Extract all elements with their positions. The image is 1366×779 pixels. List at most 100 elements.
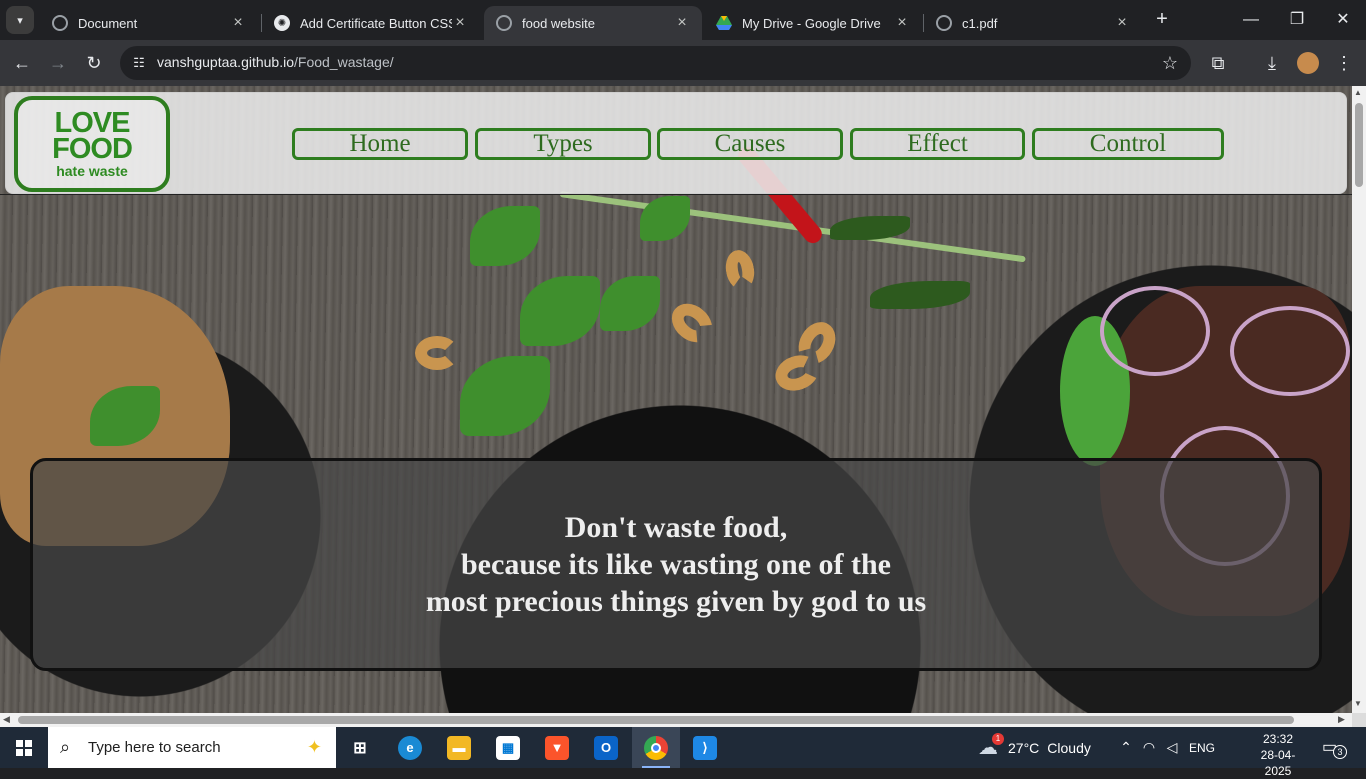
vertical-scrollbar[interactable]: ▲ ▼ (1352, 86, 1366, 713)
weather-temp: 27°C (1008, 739, 1040, 756)
cashew-nut (415, 336, 459, 370)
download-icon[interactable]: ⤓ (1258, 49, 1286, 77)
nav-types-button[interactable]: Types (475, 128, 651, 160)
weather-desc: Cloudy (1047, 739, 1091, 756)
tab-title: food website (522, 15, 595, 31)
new-tab-button[interactable]: + (1150, 8, 1174, 32)
parsley-leaf (470, 206, 540, 266)
horizontal-scroll-thumb[interactable] (18, 716, 1294, 724)
site-header: LOVE FOOD hate waste Home Types Causes E… (5, 92, 1347, 194)
tab-food-website[interactable]: food website × (484, 6, 702, 40)
site-info-icon[interactable]: ☷ (130, 54, 148, 72)
start-button[interactable] (0, 727, 48, 768)
clock[interactable]: 23:32 28-04-2025 (1248, 731, 1308, 779)
cloud-icon: ☁ 1 (978, 733, 1004, 760)
close-icon[interactable]: × (452, 14, 468, 32)
restore-button[interactable]: ❐ (1274, 6, 1320, 34)
parsley-leaf (520, 276, 600, 346)
close-icon[interactable]: × (674, 14, 690, 32)
globe-icon (496, 15, 512, 31)
quote-box: Don't waste food, because its like wasti… (30, 458, 1322, 671)
forward-button[interactable]: → (44, 49, 72, 77)
cashew-nut (722, 247, 758, 293)
tab-strip: ▾ Document × ✺ Add Certificate Button CS… (0, 0, 1366, 40)
windows-taskbar: ⌕ Type here to search ✦ ⊞ e ▬ ▦ ▼ O ⟩ ☁ 1… (0, 727, 1366, 778)
nav-home-button[interactable]: Home (292, 128, 468, 160)
vertical-scroll-thumb[interactable] (1355, 103, 1363, 187)
logo-text: hate waste (56, 163, 128, 180)
language-indicator[interactable]: ENG (1189, 741, 1215, 755)
address-bar[interactable]: ☷ vanshguptaa.github.io/Food_wastage/ ☆ (120, 46, 1191, 80)
reload-button[interactable]: ↻ (80, 49, 108, 77)
close-icon[interactable]: × (230, 14, 246, 32)
chevron-up-icon[interactable]: ⌃ (1115, 739, 1137, 756)
profile-avatar[interactable] (1297, 52, 1319, 74)
minimize-button[interactable]: — (1228, 6, 1274, 34)
close-window-button[interactable]: ✕ (1320, 6, 1366, 34)
wifi-icon[interactable]: ◠ (1137, 739, 1161, 756)
copilot-sparkle-icon: ✦ (306, 737, 322, 757)
tab-add-certificate[interactable]: ✺ Add Certificate Button CSS × (262, 6, 480, 40)
page-viewport: LOVE FOOD hate waste Home Types Causes E… (0, 86, 1352, 713)
file-explorer-icon[interactable]: ▬ (435, 727, 483, 768)
browser-toolbar: ← → ↻ ☷ vanshguptaa.github.io/Food_wasta… (0, 40, 1366, 86)
menu-kebab-icon[interactable]: ⋮ (1330, 49, 1358, 77)
nav-causes-button[interactable]: Causes (657, 128, 843, 160)
scroll-right-arrow-icon[interactable]: ▶ (1338, 714, 1345, 725)
edge-icon[interactable]: e (386, 727, 434, 768)
scrollbar-corner (1352, 713, 1366, 727)
clock-date: 28-04-2025 (1260, 748, 1296, 778)
parsley-leaf (600, 276, 660, 331)
outlook-icon[interactable]: O (582, 727, 630, 768)
curry-leaf (830, 216, 910, 240)
nav-control-button[interactable]: Control (1032, 128, 1224, 160)
tab-document[interactable]: Document × (40, 6, 258, 40)
globe-icon (52, 15, 68, 31)
brave-icon[interactable]: ▼ (533, 727, 581, 768)
curry-leaf (870, 281, 970, 309)
nav-effect-button[interactable]: Effect (850, 128, 1025, 160)
notification-center-icon[interactable]: ▭ 3 (1322, 737, 1347, 759)
scroll-down-arrow-icon[interactable]: ▼ (1354, 699, 1362, 708)
bookmark-star-icon[interactable]: ☆ (1158, 51, 1182, 75)
taskbar-search-box[interactable]: ⌕ Type here to search ✦ (48, 727, 336, 768)
url-path: /Food_wastage/ (294, 54, 394, 70)
onion-ring (1230, 306, 1350, 396)
logo-text: FOOD (52, 133, 133, 166)
speaker-icon[interactable]: ◁ (1161, 739, 1183, 756)
scroll-up-arrow-icon[interactable]: ▲ (1354, 88, 1362, 97)
back-button[interactable]: ← (8, 49, 36, 77)
scroll-left-arrow-icon[interactable]: ◀ (3, 714, 10, 725)
extensions-icon[interactable]: ⧉ (1204, 49, 1232, 77)
tab-title: c1.pdf (962, 15, 998, 31)
tab-search-button[interactable]: ▾ (6, 6, 34, 34)
cashew-nut (664, 295, 720, 351)
header-divider (0, 194, 1352, 195)
quote-line: Don't waste food, (564, 511, 788, 544)
quote-line: because its like wasting one of the (461, 548, 891, 581)
tab-c1-pdf[interactable]: c1.pdf × (924, 6, 1142, 40)
url-host: vanshguptaa.github.io (157, 54, 294, 70)
clock-time: 23:32 (1262, 732, 1294, 746)
weather-widget[interactable]: ☁ 1 27°C Cloudy (978, 727, 1091, 768)
search-placeholder: Type here to search (88, 739, 221, 756)
quote-line: most precious things given by god to us (425, 585, 927, 618)
tab-google-drive[interactable]: My Drive - Google Drive × (704, 6, 922, 40)
close-icon[interactable]: × (894, 14, 910, 32)
close-icon[interactable]: × (1114, 14, 1130, 32)
chevron-down-icon: ▾ (17, 14, 23, 27)
notification-count: 3 (1333, 745, 1347, 759)
url-text[interactable]: vanshguptaa.github.io/Food_wastage/ (157, 54, 394, 70)
task-view-icon[interactable]: ⊞ (336, 727, 384, 768)
microsoft-store-icon[interactable]: ▦ (484, 727, 532, 768)
chrome-icon[interactable] (632, 727, 680, 768)
tab-title: My Drive - Google Drive (742, 15, 881, 31)
chatgpt-icon: ✺ (274, 15, 290, 31)
tab-title: Document (78, 15, 138, 31)
google-drive-icon (716, 15, 732, 31)
vscode-icon[interactable]: ⟩ (681, 727, 729, 768)
weather-badge: 1 (992, 733, 1004, 745)
love-food-hate-waste-logo[interactable]: LOVE FOOD hate waste (14, 96, 170, 192)
tab-title: Add Certificate Button CSS (300, 15, 452, 31)
horizontal-scrollbar[interactable]: ◀ ▶ (0, 713, 1352, 727)
